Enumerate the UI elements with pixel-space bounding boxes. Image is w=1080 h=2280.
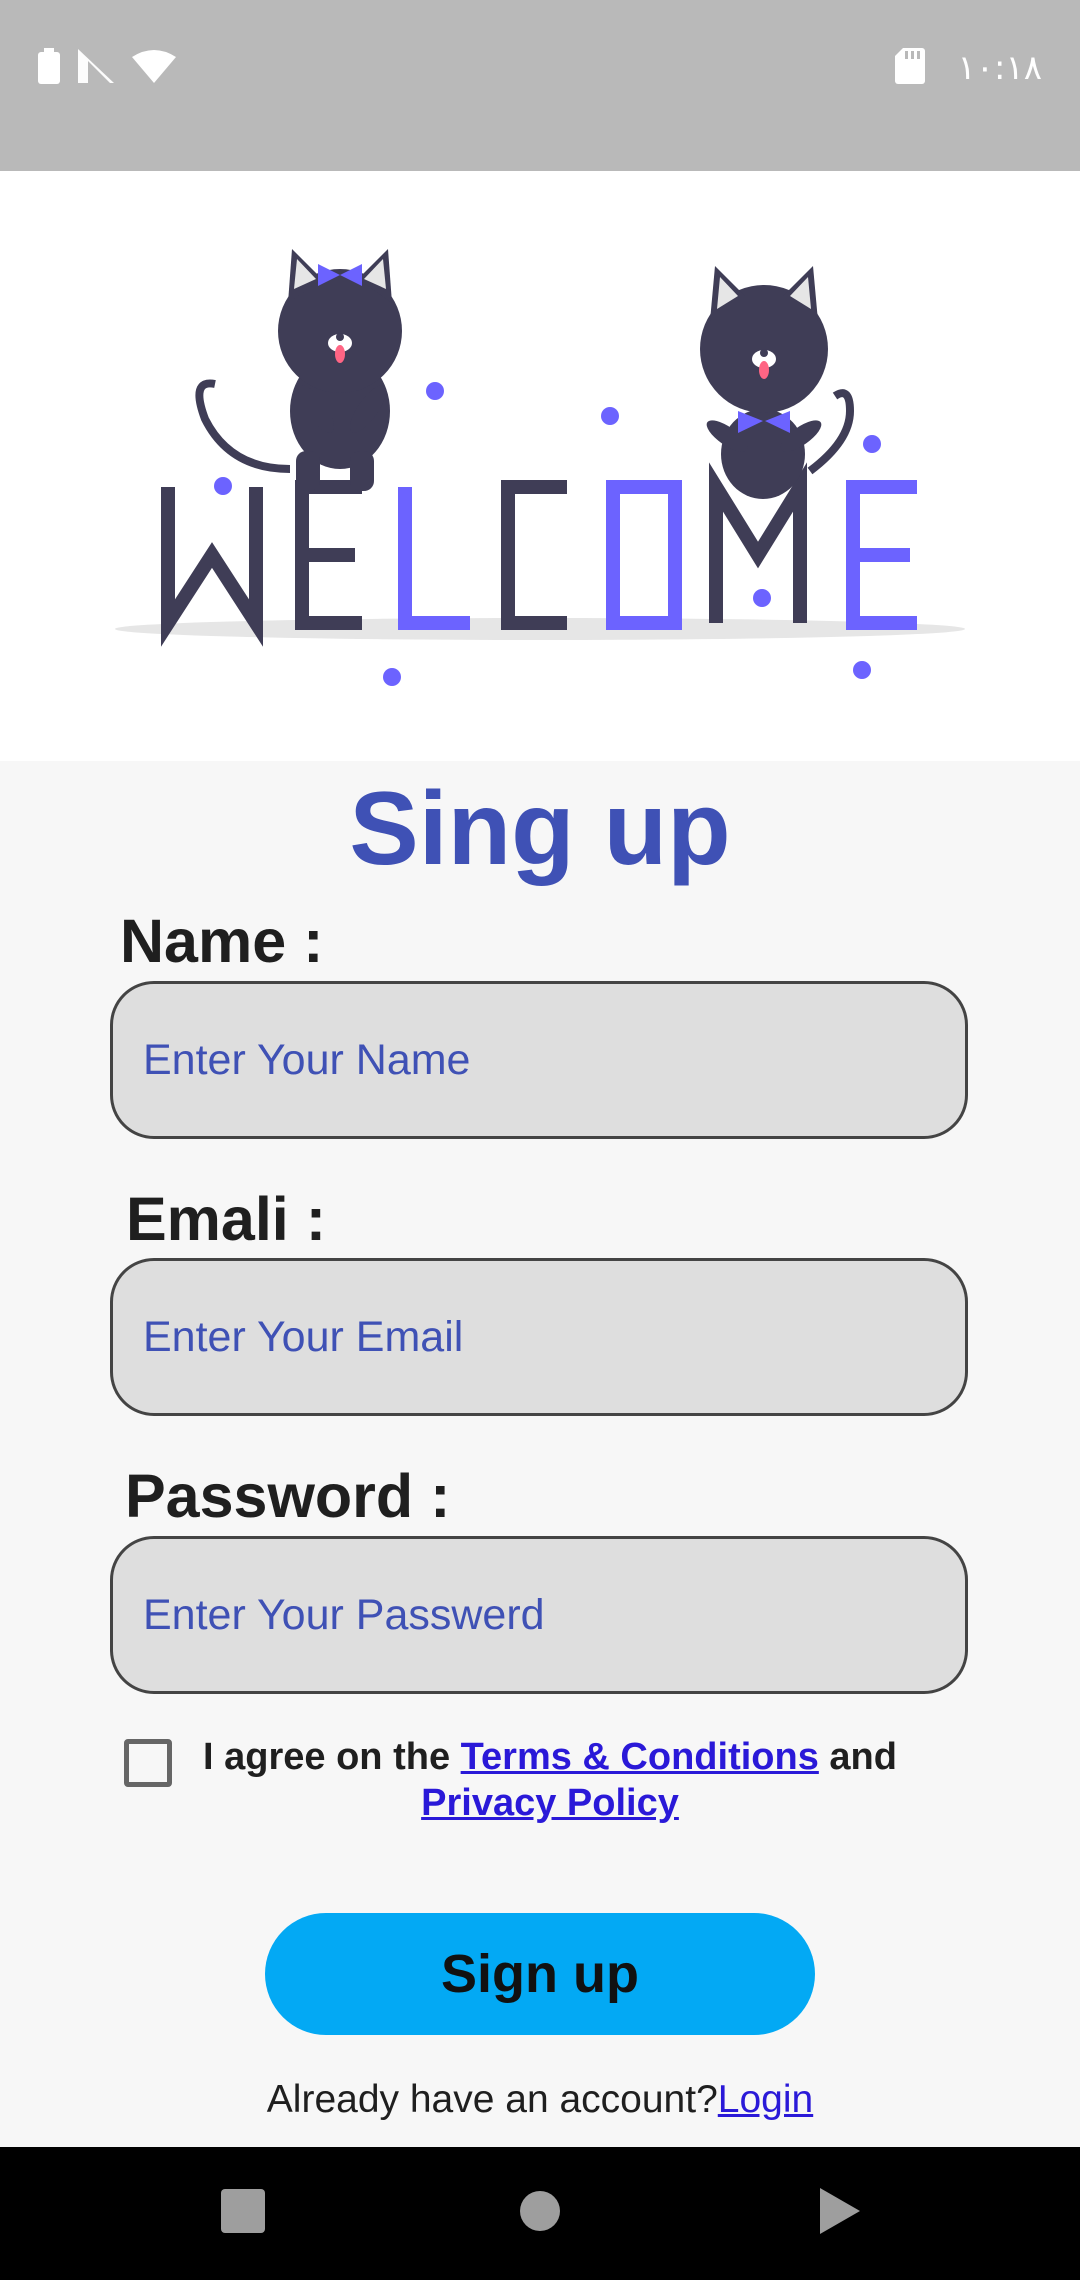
agree-and: and bbox=[818, 1736, 897, 1778]
signup-button[interactable]: Sign up bbox=[265, 1913, 815, 2035]
battery-icon bbox=[38, 47, 60, 89]
home-icon bbox=[519, 2190, 561, 2237]
sd-card-icon bbox=[895, 47, 926, 89]
account-prompt: Already have an account?Login bbox=[0, 2072, 1080, 2128]
login-link[interactable]: Login bbox=[718, 2078, 813, 2121]
navigation-bar bbox=[0, 2147, 1080, 2280]
name-input[interactable] bbox=[113, 984, 965, 1136]
signal-icon bbox=[78, 48, 114, 88]
account-text: Already have an account? bbox=[266, 2078, 718, 2121]
agree-text: I agree on the Terms & Conditions and Pr… bbox=[200, 1734, 900, 1826]
email-label: Emali : bbox=[126, 1185, 327, 1253]
status-time: ١٠:١٨ bbox=[957, 48, 1042, 88]
wifi-icon bbox=[132, 49, 176, 88]
recent-apps-button[interactable] bbox=[183, 2147, 303, 2280]
cat-left bbox=[195, 249, 402, 491]
page-title: Sing up bbox=[349, 771, 731, 887]
back-button[interactable] bbox=[780, 2147, 900, 2280]
password-input[interactable] bbox=[113, 1539, 965, 1691]
email-field-container bbox=[110, 1258, 968, 1416]
name-label: Name : bbox=[120, 907, 324, 975]
status-bar: ١٠:١٨ bbox=[0, 0, 1080, 171]
password-field-container bbox=[110, 1536, 968, 1694]
agree-prefix: I agree on the bbox=[203, 1736, 461, 1778]
agree-checkbox[interactable] bbox=[124, 1739, 172, 1787]
terms-link[interactable]: Terms & Conditions bbox=[461, 1736, 819, 1778]
privacy-policy-link[interactable]: Privacy Policy bbox=[421, 1782, 679, 1824]
back-icon bbox=[820, 2188, 860, 2239]
recent-apps-icon bbox=[221, 2189, 265, 2238]
password-label: Password : bbox=[125, 1462, 451, 1530]
status-icons-left bbox=[38, 47, 176, 89]
welcome-cats-illustration bbox=[115, 249, 965, 686]
name-field-container bbox=[110, 981, 968, 1139]
email-input[interactable] bbox=[113, 1261, 965, 1413]
home-button[interactable] bbox=[480, 2147, 600, 2280]
welcome-illustration bbox=[0, 171, 1080, 761]
cat-right bbox=[700, 266, 855, 499]
status-icons-right: ١٠:١٨ bbox=[895, 47, 1042, 89]
